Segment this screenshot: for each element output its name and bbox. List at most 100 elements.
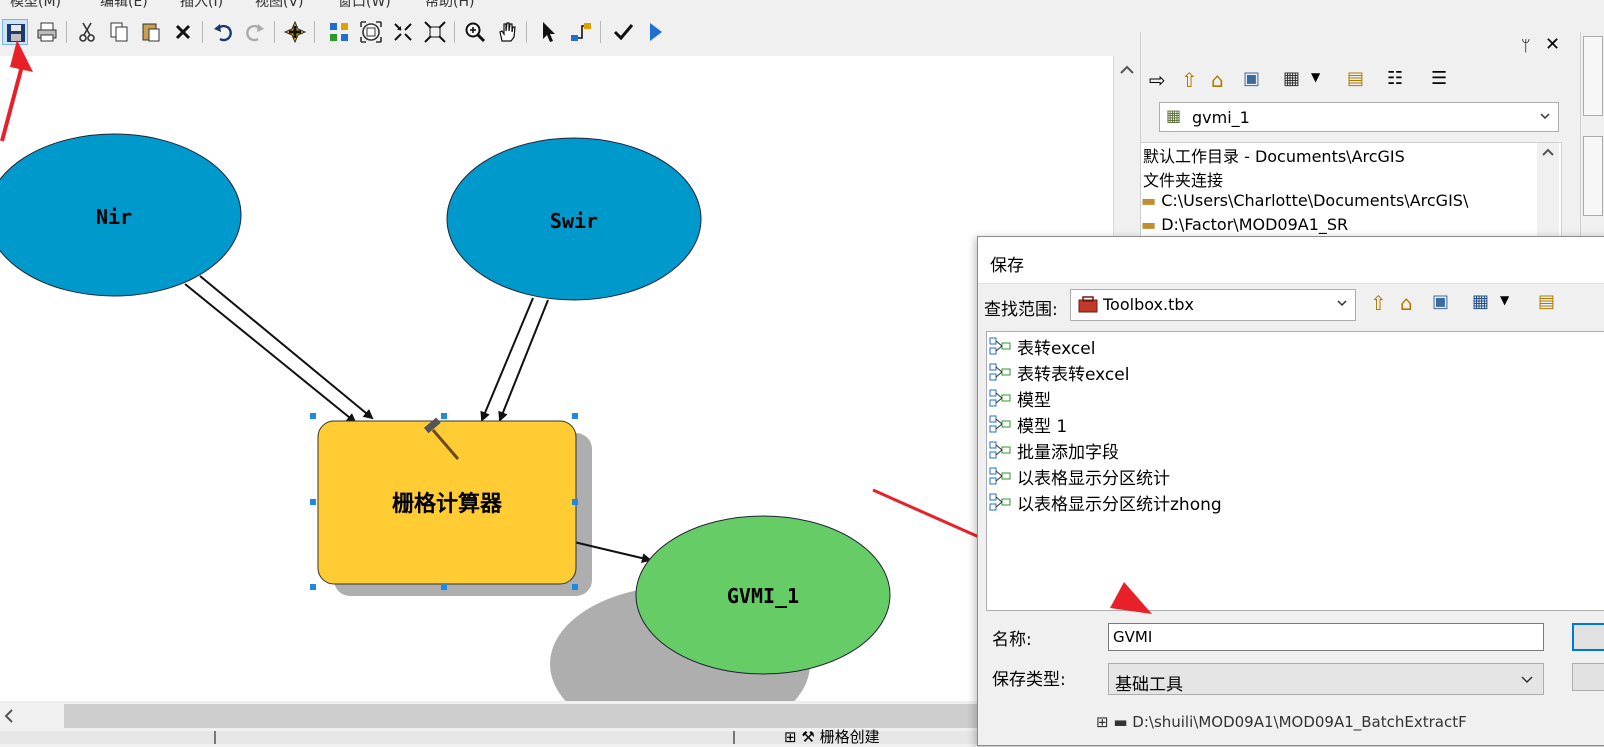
list-item[interactable]: 以表格显示分区统计zhong: [989, 490, 1222, 515]
catalog-tree-item[interactable]: 默认工作目录 - Documents\ArcGIS: [1143, 143, 1405, 167]
forward-icon[interactable]: ⇨: [1149, 68, 1166, 92]
catalog-tree-item[interactable]: ▬ C:\Users\Charlotte\Documents\ArcGIS\: [1141, 191, 1468, 210]
paste-icon[interactable]: [138, 19, 164, 45]
menu-insert[interactable]: 插入(I): [180, 0, 223, 8]
file-name: 模型 1: [1017, 416, 1068, 437]
view-list-icon[interactable]: ▦: [1283, 68, 1300, 89]
name-input[interactable]: [1108, 623, 1544, 651]
list-item[interactable]: 批量添加字段: [989, 438, 1119, 463]
pin-icon[interactable]: ᛘ: [1521, 36, 1531, 55]
cancel-button[interactable]: [1572, 663, 1604, 691]
look-in-value: Toolbox.tbx: [1103, 295, 1194, 314]
list-item[interactable]: 表转excel: [989, 334, 1096, 359]
connect-folder-icon[interactable]: ▣: [1432, 291, 1449, 312]
delete-icon[interactable]: [170, 19, 196, 45]
menu-model[interactable]: 模型(M): [10, 0, 61, 8]
menu-window[interactable]: 窗口(W): [338, 0, 391, 8]
model-icon: [989, 467, 1011, 485]
model-icon: [989, 337, 1011, 355]
view-list-icon[interactable]: ▦: [1472, 291, 1489, 312]
validate-icon[interactable]: [610, 19, 636, 45]
raster-icon: ▦: [1166, 106, 1182, 125]
auto-layout-icon[interactable]: [326, 19, 352, 45]
add-data-icon[interactable]: [282, 19, 308, 45]
file-name: 表转excel: [1017, 338, 1096, 359]
new-folder-icon[interactable]: ▤: [1538, 291, 1555, 312]
run-icon[interactable]: [642, 19, 668, 45]
menu-edit[interactable]: 编辑(E): [100, 0, 148, 8]
look-in-combo[interactable]: Toolbox.tbx: [1070, 289, 1356, 321]
full-extent-icon[interactable]: [358, 19, 384, 45]
nir-label: Nir: [95, 205, 133, 229]
model-icon: [989, 363, 1011, 381]
catalog-location-value: gvmi_1: [1192, 108, 1250, 127]
chevron-down-icon: [1337, 300, 1347, 307]
toolbox-icon: [1078, 296, 1098, 313]
chevron-down-icon: [1540, 113, 1550, 120]
status-bar: ⊞ ⚒ 栅格创建: [0, 728, 1140, 746]
horizontal-scroll-thumb[interactable]: [64, 704, 1113, 728]
file-name: 以表格显示分区统计: [1017, 468, 1170, 489]
save-type-select[interactable]: 基础工具: [1108, 663, 1544, 695]
list-item[interactable]: 以表格显示分区统计: [989, 464, 1170, 489]
menu-bar: 模型(M) 编辑(E) 插入(I) 视图(V) 窗口(W) 帮助(H): [0, 0, 1140, 8]
chevron-down-icon[interactable]: ▼: [1500, 293, 1509, 307]
new-folder-icon[interactable]: ▤: [1347, 68, 1364, 89]
connect-icon[interactable]: [568, 19, 594, 45]
chevron-down-icon[interactable]: ▼: [1311, 70, 1320, 84]
menu-help[interactable]: 帮助(H): [425, 0, 474, 8]
list-item[interactable]: 模型: [989, 386, 1051, 411]
redo-icon[interactable]: [242, 19, 268, 45]
catalog-tree-item[interactable]: ▬ D:\Factor\MOD09A1_SR: [1141, 215, 1348, 234]
menu-view[interactable]: 视图(V): [255, 0, 304, 8]
select-icon[interactable]: [536, 19, 562, 45]
name-label: 名称:: [992, 630, 1032, 650]
home-icon[interactable]: ⌂: [1211, 68, 1224, 92]
model-icon: [989, 389, 1011, 407]
file-name: 批量添加字段: [1017, 442, 1119, 463]
raster-calculator-label: 栅格计算器: [391, 492, 502, 517]
catalog-header: [1140, 0, 1580, 32]
catalog-toolbar: ⇨ ⇧ ⌂ ▣ ▦ ▼ ▤ ☷ ☰: [1149, 68, 1569, 96]
up-folder-icon[interactable]: ⇧: [1370, 291, 1387, 315]
zoom-in-fixed-icon[interactable]: [390, 19, 416, 45]
list-item[interactable]: 模型 1: [989, 412, 1068, 437]
connect-folder-icon[interactable]: ▣: [1243, 68, 1260, 89]
connector-nir-tool-1: [184, 283, 357, 424]
dialog-title: 保存: [990, 256, 1024, 276]
dialog-toolbar: ⇧ ⌂ ▣ ▦ ▼ ▤: [1370, 291, 1604, 319]
home-icon[interactable]: ⌂: [1400, 291, 1413, 315]
up-folder-icon[interactable]: ⇧: [1181, 68, 1198, 92]
cut-icon[interactable]: [74, 19, 100, 45]
dialog-titlebar: [978, 237, 1604, 284]
model-icon: [989, 493, 1011, 511]
catalog-location-combo[interactable]: ▦ gvmi_1: [1159, 102, 1559, 132]
undo-icon[interactable]: [210, 19, 236, 45]
connector-nir-tool-2: [199, 275, 374, 420]
annotation-arrowhead-red: [1110, 582, 1152, 614]
save-dialog: 保存 查找范围: Toolbox.tbx ⇧ ⌂ ▣ ▦ ▼ ▤ 表转excel…: [977, 236, 1604, 746]
zoom-icon[interactable]: [462, 19, 488, 45]
catalog-tree-item[interactable]: 文件夹连接: [1143, 167, 1223, 191]
copy-icon[interactable]: [106, 19, 132, 45]
search-side-tab[interactable]: [1583, 136, 1603, 216]
list-item[interactable]: 表转表转excel: [989, 360, 1129, 385]
options-icon[interactable]: ☰: [1431, 68, 1447, 89]
file-list[interactable]: 表转excel 表转表转excel 模型 模型 1 批量添加字段 以表格显示分区…: [986, 331, 1604, 611]
save-type-label: 保存类型:: [992, 670, 1066, 690]
model-icon: [989, 441, 1011, 459]
pan-icon[interactable]: [494, 19, 520, 45]
save-type-value: 基础工具: [1115, 675, 1183, 695]
save-button[interactable]: [1572, 623, 1604, 651]
annotation-arrow-red-top: [0, 40, 33, 142]
model-canvas[interactable]: Nir Swir 栅格计算器 GVMI_1: [0, 56, 1113, 701]
close-icon[interactable]: ✕: [1545, 34, 1560, 55]
file-name: 以表格显示分区统计zhong: [1017, 494, 1222, 515]
chevron-down-icon: [1521, 676, 1533, 684]
catalog-side-tab[interactable]: [1583, 36, 1603, 116]
catalog-tree-item-bottom[interactable]: ⊞ ▬ D:\shuili\MOD09A1\MOD09A1_BatchExtra…: [1096, 713, 1467, 731]
tree-view-icon[interactable]: ☷: [1387, 68, 1403, 89]
folder-icon: ▬: [1141, 191, 1157, 210]
zoom-out-fixed-icon[interactable]: [422, 19, 448, 45]
look-in-label: 查找范围:: [984, 300, 1058, 320]
